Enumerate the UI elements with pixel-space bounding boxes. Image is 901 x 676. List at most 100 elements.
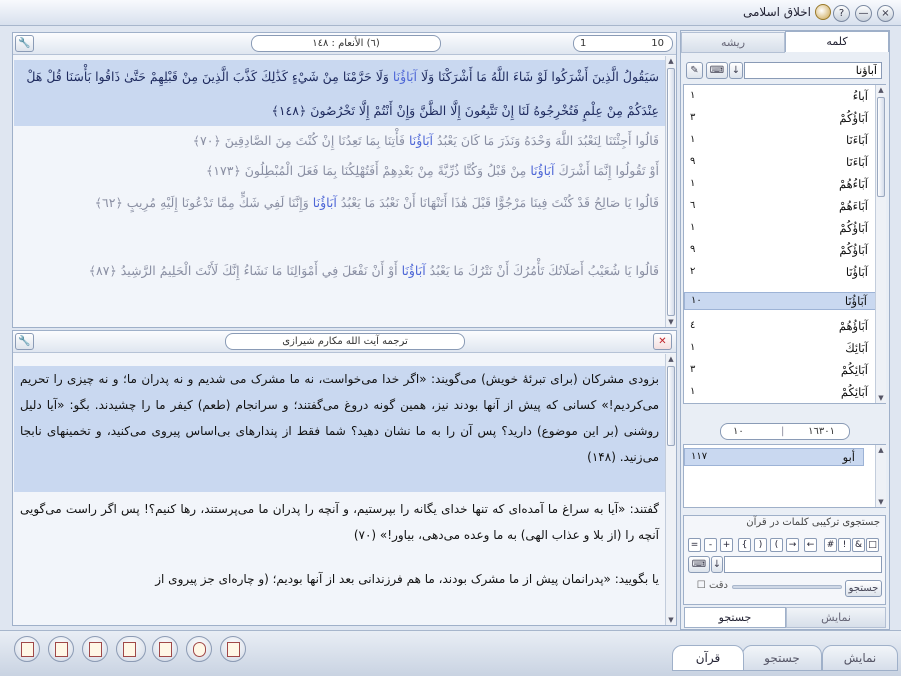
precision-slider[interactable]	[732, 585, 842, 589]
precision-option[interactable]: دقت ☐	[688, 580, 728, 591]
word-text: آبَاءَنَا	[845, 155, 868, 169]
scroll-up-icon[interactable]: ▲	[666, 56, 676, 66]
translation-settings-icon[interactable]: 🔧	[15, 333, 34, 350]
copy-icon	[55, 642, 68, 657]
sort-icon[interactable]: ↓	[711, 556, 723, 573]
keyboard-icon[interactable]: ⌨	[706, 62, 728, 79]
page-icon	[159, 642, 172, 657]
page-from[interactable]: 1	[580, 36, 586, 51]
tab-word[interactable]: کلمه	[785, 31, 889, 52]
quran-settings-icon[interactable]: 🔧	[15, 35, 34, 52]
list-item[interactable]: ١ آبَاؤُكُمْ	[684, 220, 876, 238]
word-count: ٣	[690, 112, 696, 123]
scroll-thumb[interactable]	[877, 97, 885, 197]
window-title: اخلاق اسلامی	[742, 5, 811, 19]
word-search-input[interactable]	[744, 62, 882, 79]
bookmark-button[interactable]	[116, 636, 146, 662]
word-text: آبَاءُهُمْ	[838, 177, 868, 191]
page-to[interactable]: 10	[651, 36, 664, 51]
verse-text: قَالُوا يَا شُعَيْبُ أَصَلَاتُكَ تَأْمُر…	[429, 263, 659, 278]
root-list-item[interactable]: ١١٧ أبو	[684, 448, 864, 466]
search-button[interactable]: جستجو	[845, 580, 882, 597]
page-button[interactable]	[152, 636, 178, 662]
pager-to: ١٦٣٠١	[808, 426, 835, 437]
scroll-down-icon[interactable]: ▼	[876, 393, 886, 403]
list-item[interactable]: ٩ آبَاؤُكُمْ	[684, 242, 876, 260]
quran-scrollbar[interactable]: ▲ ▼	[665, 56, 676, 327]
tab-search[interactable]: جستجو	[684, 607, 786, 628]
list-item[interactable]: ٢ آبَاؤُنَا	[684, 264, 876, 282]
key-button[interactable]: ←	[804, 538, 817, 552]
list-item[interactable]: ٣ آبَاؤُكُمْ	[684, 110, 876, 128]
key-button[interactable]: !	[838, 538, 851, 552]
key-button[interactable]: {	[738, 538, 751, 552]
scroll-down-icon[interactable]: ▼	[876, 497, 886, 507]
list-item-selected[interactable]: ١٠ آبَاؤُنَا	[684, 292, 876, 310]
key-button[interactable]: →	[786, 538, 799, 552]
scroll-up-icon[interactable]: ▲	[666, 354, 676, 364]
word-text: آبَاؤُهُمْ	[838, 319, 868, 333]
translation-para-148[interactable]: بزودی مشرکان (برای تبرئهٔ خویش) می‌گویند…	[14, 366, 667, 492]
list-item[interactable]: ٤ آبَاؤُهُمْ	[684, 318, 876, 336]
tab-display[interactable]: نمایش	[786, 607, 886, 628]
precision-checkbox[interactable]: ☐	[697, 580, 706, 591]
scroll-thumb[interactable]	[667, 366, 675, 446]
word-text: آبَاؤُنَا	[844, 294, 867, 308]
translation-para-70[interactable]: گفتند: «آیا به سراغ ما آمده‌ای که تنها خ…	[14, 496, 667, 562]
verse-173[interactable]: أَوْ تَقُولُوا إِنَّمَا أَشْرَكَ آبَاؤُن…	[14, 156, 667, 186]
page-range[interactable]: 1 10	[573, 35, 673, 52]
list-item[interactable]: ١ آباءُ	[684, 88, 876, 106]
key-button[interactable]: )	[754, 538, 767, 552]
scroll-up-icon[interactable]: ▲	[876, 85, 886, 95]
key-button[interactable]: -	[704, 538, 717, 552]
translation-title: ترجمه آیت الله مکارم شیرازی	[225, 333, 465, 350]
tab-search-main[interactable]: جستجو	[742, 645, 822, 671]
scroll-down-icon[interactable]: ▼	[666, 615, 676, 625]
tab-quran-main[interactable]: قرآن	[672, 645, 744, 671]
tab-root[interactable]: ریشه	[681, 32, 785, 53]
key-button[interactable]: &	[852, 538, 865, 552]
list-item[interactable]: ٦ آبَاءَهُمْ	[684, 198, 876, 216]
key-button[interactable]: =	[688, 538, 701, 552]
root-list-scrollbar[interactable]: ▲ ▼	[875, 445, 886, 507]
print-button[interactable]	[14, 636, 40, 662]
word-pager[interactable]: ١٠ | ١٦٣٠١	[720, 423, 850, 440]
list-item[interactable]: ١ آبَائِكُمْ	[684, 384, 876, 402]
key-button[interactable]: +	[720, 538, 733, 552]
word-count: ١	[690, 342, 696, 353]
list-item[interactable]: ٣ آبَائِكُمْ	[684, 362, 876, 380]
verse-87[interactable]: قَالُوا يَا شُعَيْبُ أَصَلَاتُكَ تَأْمُر…	[14, 254, 667, 320]
keyboard-icon[interactable]: ⌨	[688, 556, 710, 573]
key-button[interactable]: (	[770, 538, 783, 552]
tab-display-main[interactable]: نمایش	[822, 645, 898, 671]
edit-icon[interactable]: ✎	[686, 62, 703, 79]
verse-70[interactable]: قَالُوا أَجِئْتَنَا لِنَعْبُدَ اللَّهَ و…	[14, 126, 667, 156]
lamp-icon	[227, 642, 240, 657]
lamp-button[interactable]	[220, 636, 246, 662]
list-item[interactable]: ١ آبَائِكَ	[684, 340, 876, 358]
search-icon	[193, 642, 206, 657]
find-button[interactable]	[186, 636, 212, 662]
list-item[interactable]: ١ آبَاءُهُمْ	[684, 176, 876, 194]
list-item[interactable]: ٩ آبَاءَنَا	[684, 154, 876, 172]
note-button[interactable]	[82, 636, 108, 662]
verse-148[interactable]: سَيَقُولُ الَّذِينَ أَشْرَكُوا لَوْ شَاء…	[14, 60, 667, 126]
combined-search-input[interactable]	[724, 556, 882, 573]
help-button[interactable]: ?	[833, 5, 850, 22]
list-item[interactable]: ١ آبَاءَنَا	[684, 132, 876, 150]
verse-62[interactable]: قَالُوا يَا صَالِحُ قَدْ كُنْتَ فِينَا م…	[14, 186, 667, 252]
sort-icon[interactable]: ↓	[729, 62, 743, 79]
translation-para-173[interactable]: یا بگویید: «پدرانمان پیش از ما مشرک بودن…	[14, 566, 667, 592]
key-button[interactable]: □	[866, 538, 879, 552]
verse-text: مِنْ قَبْلُ وَكُنَّا ذُرِّيَّةً مِنْ بَع…	[205, 163, 527, 178]
close-translation-icon[interactable]: ✕	[653, 333, 672, 350]
scroll-down-icon[interactable]: ▼	[666, 317, 676, 327]
word-list-scrollbar[interactable]: ▲ ▼	[875, 85, 886, 403]
translation-scrollbar[interactable]: ▲ ▼	[665, 354, 676, 625]
scroll-up-icon[interactable]: ▲	[876, 445, 886, 455]
copy-button[interactable]	[48, 636, 74, 662]
minimize-button[interactable]: —	[855, 5, 872, 22]
close-button[interactable]: ×	[877, 5, 894, 22]
key-button[interactable]: #	[824, 538, 837, 552]
scroll-thumb[interactable]	[667, 68, 675, 316]
